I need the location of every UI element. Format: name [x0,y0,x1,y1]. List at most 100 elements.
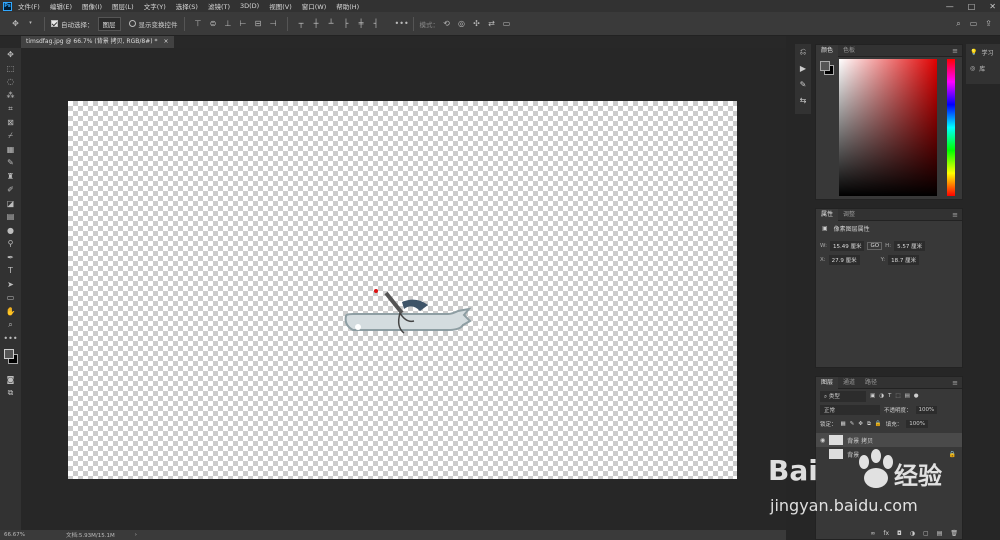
close-window-button[interactable]: ✕ [989,2,996,11]
healing-tool[interactable]: ▦ [0,143,21,157]
more-tools[interactable]: ••• [0,332,21,346]
align-top-icon[interactable]: ⊤ [194,19,203,28]
panel-menu-icon[interactable]: ≡ [952,379,958,387]
tab-adjustments[interactable]: 调整 [838,209,860,221]
auto-select-dropdown[interactable]: 图层 [97,16,121,31]
layer-name[interactable]: 背景 [847,450,859,459]
add-mask-icon[interactable]: ◘ [897,530,902,537]
layer-row[interactable]: ◉ 背景 🔒 [816,447,962,461]
color-swatches[interactable] [0,345,21,373]
filter-adjustment-icon[interactable]: ◑ [879,393,884,399]
panel-menu-icon[interactable]: ≡ [952,211,958,219]
blend-mode-dropdown[interactable]: 正常 [820,405,880,415]
opacity-input[interactable]: 100% [915,406,938,414]
show-transform-checkbox[interactable] [128,20,136,27]
align-bottom-icon[interactable]: ⊥ [224,19,233,28]
saturation-brightness-field[interactable] [839,59,937,196]
minimize-button[interactable]: — [946,2,954,11]
brush-tool[interactable]: ✎ [0,156,21,170]
layer-filter-dropdown[interactable]: ⌕ 类型 [820,390,866,402]
distribute-left-icon[interactable]: ├ [342,19,351,28]
magic-wand-tool[interactable]: ⁂ [0,89,21,103]
distribute-vcenter-icon[interactable]: ┼ [312,19,321,28]
3d-orbit-icon[interactable]: ⟲ [442,19,451,28]
workspace-icon[interactable]: ▭ [969,19,978,28]
lock-artboard-icon[interactable]: ⧉ [867,421,871,428]
lock-transparent-icon[interactable]: ▦ [841,421,846,427]
fill-input[interactable]: 100% [906,420,928,428]
filter-shape-icon[interactable]: ⬚ [895,393,900,399]
3d-roll-icon[interactable]: ◎ [457,19,466,28]
path-select-tool[interactable]: ➤ [0,278,21,292]
document-tab[interactable]: timsdfag.jpg @ 66.7% (背景 拷贝, RGB/8#) * × [21,36,174,48]
link-layers-icon[interactable]: ∞ [870,530,875,537]
distribute-right-icon[interactable]: ┤ [372,19,381,28]
menu-type[interactable]: 文字(Y) [144,1,166,11]
menu-filter[interactable]: 滤镜(T) [208,1,230,11]
align-right-icon[interactable]: ⊣ [269,19,278,28]
learn-panel-button[interactable]: 💡 学习 [966,44,1000,60]
layer-row[interactable]: ◉ 背景 拷贝 [816,433,962,447]
lock-all-icon[interactable]: 🔒 [875,421,882,427]
adjustments-button[interactable]: ⇆ [795,92,811,108]
libraries-panel-button[interactable]: ◎ 库 [966,60,1000,76]
lock-move-icon[interactable]: ✥ [858,421,863,427]
align-left-icon[interactable]: ⊢ [239,19,248,28]
y-input[interactable]: 18.7 厘米 [888,255,920,265]
menu-file[interactable]: 文件(F) [18,1,40,11]
status-menu-arrow[interactable]: › [135,532,137,538]
menu-3d[interactable]: 3D(D) [240,2,259,10]
history-panel-button[interactable]: ⎌ [795,44,811,60]
actions-panel-button[interactable]: ▶ [795,60,811,76]
tab-channels[interactable]: 通道 [838,377,860,389]
hand-tool[interactable]: ✋ [0,305,21,319]
3d-slide-icon[interactable]: ⇄ [487,19,496,28]
lasso-tool[interactable]: ◌ [0,75,21,89]
tab-layers[interactable]: 图层 [816,376,839,389]
color-foreground-swatch[interactable] [820,61,830,71]
eyedropper-tool[interactable]: ⌿ [0,129,21,143]
adjustment-layer-icon[interactable]: ◑ [910,530,915,537]
share-icon[interactable]: ⇪ [984,19,993,28]
close-tab-button[interactable]: × [163,36,168,48]
menu-help[interactable]: 帮助(H) [336,1,359,11]
distribute-bottom-icon[interactable]: ┴ [327,19,336,28]
menu-layer[interactable]: 图层(L) [112,1,134,11]
tab-properties[interactable]: 属性 [816,208,839,221]
pen-tool[interactable]: ✒ [0,251,21,265]
canvas-area[interactable] [21,48,786,530]
hue-slider[interactable] [947,59,955,196]
brush-settings-button[interactable]: ✎ [795,76,811,92]
zoom-level[interactable]: 66.67% [4,532,44,538]
frame-tool[interactable]: ⊠ [0,116,21,130]
type-tool[interactable]: T [0,264,21,278]
move-tool-icon[interactable]: ✥ [11,19,20,28]
gradient-tool[interactable]: ▤ [0,210,21,224]
maximize-button[interactable]: □ [968,2,976,11]
blur-tool[interactable]: ● [0,224,21,238]
fx-icon[interactable]: fx [883,530,889,537]
filter-toggle-icon[interactable]: ● [914,393,919,399]
zoom-tool[interactable]: ⌕ [0,318,21,332]
menu-select[interactable]: 选择(S) [176,1,198,11]
filter-smart-icon[interactable]: ▤ [905,393,910,399]
rectangle-tool[interactable]: ▭ [0,291,21,305]
auto-select-checkbox[interactable] [51,20,58,27]
stamp-tool[interactable]: ♜ [0,170,21,184]
lock-brush-icon[interactable]: ✎ [850,421,855,427]
document-canvas[interactable] [68,101,737,479]
panel-menu-icon[interactable]: ≡ [952,47,958,55]
menu-view[interactable]: 视图(V) [269,1,292,11]
search-icon[interactable]: ⌕ [954,19,963,28]
link-dimensions-button[interactable]: GO [867,242,883,250]
filter-pixel-icon[interactable]: ▣ [870,393,875,399]
tab-swatches[interactable]: 色板 [838,45,860,57]
layer-name[interactable]: 背景 拷贝 [847,436,873,445]
menu-edit[interactable]: 编辑(E) [50,1,72,11]
3d-pan-icon[interactable]: ✣ [472,19,481,28]
history-brush-tool[interactable]: ✐ [0,183,21,197]
align-vcenter-icon[interactable]: ⊜ [209,19,218,28]
width-input[interactable]: 15.49 厘米 [829,241,865,251]
3d-scale-icon[interactable]: ▭ [502,19,511,28]
x-input[interactable]: 27.9 厘米 [828,255,860,265]
